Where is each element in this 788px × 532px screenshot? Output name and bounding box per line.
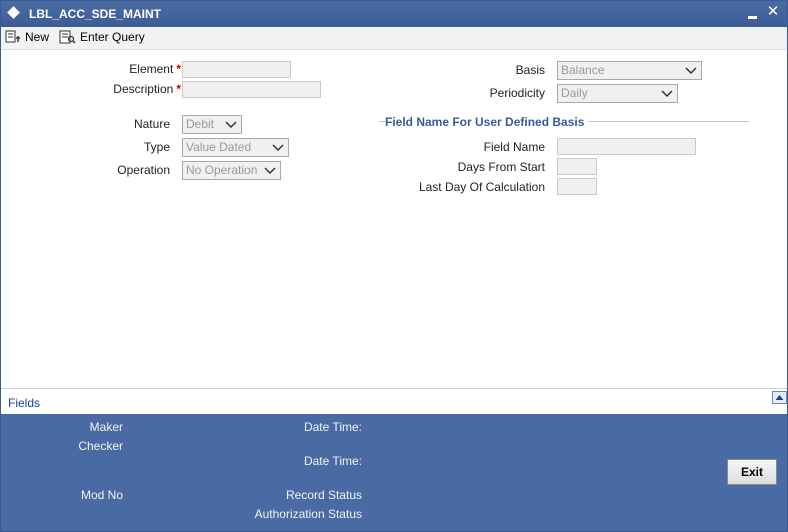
description-label: Description * <box>41 82 181 96</box>
description-label-text: Description <box>113 82 174 96</box>
window-diamond-icon <box>7 6 20 19</box>
exit-button[interactable]: Exit <box>727 459 777 485</box>
days-from-start-input[interactable] <box>557 158 597 175</box>
mod-no-label: Mod No <box>80 488 123 502</box>
window-title: LBL_ACC_SDE_MAINT <box>29 7 162 21</box>
operation-select-value: No Operation <box>186 163 258 177</box>
type-label: Type <box>143 140 170 154</box>
type-select[interactable]: Value Dated <box>182 138 289 157</box>
audit-panel: Maker Checker Mod No Date Time: Date Tim… <box>1 414 787 531</box>
query-icon <box>59 30 76 44</box>
chevron-down-icon <box>685 67 697 75</box>
fields-link[interactable]: Fields <box>8 396 40 410</box>
authorization-status-label: Authorization Status <box>254 507 362 521</box>
periodicity-select-value: Daily <box>561 86 588 100</box>
maintenance-window: LBL_ACC_SDE_MAINT ✕ New Enter Query Elem… <box>0 0 788 532</box>
close-button[interactable]: ✕ <box>766 3 780 21</box>
checker-label: Checker <box>78 439 123 453</box>
new-document-icon <box>5 30 20 43</box>
triangle-up-icon <box>775 395 784 400</box>
days-from-start-label: Days From Start <box>457 160 545 174</box>
fields-bar: Fields <box>1 388 787 415</box>
nature-select[interactable]: Debit <box>182 115 242 134</box>
enter-query-label: Enter Query <box>80 30 145 44</box>
operation-select[interactable]: No Operation <box>182 161 281 180</box>
element-label: Element * <box>61 62 181 76</box>
record-status-label: Record Status <box>285 488 362 502</box>
chevron-down-icon <box>661 90 673 98</box>
chevron-down-icon <box>264 167 276 175</box>
new-button[interactable]: New <box>5 28 49 46</box>
chevron-down-icon <box>225 121 237 129</box>
maker-label: Maker <box>89 420 123 434</box>
type-select-value: Value Dated <box>186 140 252 154</box>
operation-label: Operation <box>117 163 170 177</box>
toolbar: New Enter Query <box>1 27 787 50</box>
required-marker: * <box>176 82 181 96</box>
periodicity-label: Periodicity <box>489 86 545 100</box>
field-name-input[interactable] <box>557 138 696 155</box>
minimize-button[interactable] <box>747 5 761 21</box>
chevron-down-icon <box>272 144 284 152</box>
required-marker: * <box>176 62 181 76</box>
periodicity-select[interactable]: Daily <box>557 84 678 103</box>
user-defined-basis-title: Field Name For User Defined Basis <box>385 115 589 129</box>
description-input[interactable] <box>182 81 321 98</box>
last-day-label: Last Day Of Calculation <box>418 180 545 194</box>
enter-query-button[interactable]: Enter Query <box>59 28 145 46</box>
maker-date-time-label: Date Time: <box>303 420 362 434</box>
element-label-text: Element <box>129 62 174 76</box>
last-day-input[interactable] <box>557 178 597 195</box>
checker-date-time-label: Date Time: <box>303 454 362 468</box>
basis-select[interactable]: Balance <box>557 61 702 80</box>
collapse-button[interactable] <box>772 391 787 404</box>
new-button-label: New <box>25 30 50 44</box>
nature-label: Nature <box>133 117 170 131</box>
basis-select-value: Balance <box>561 63 605 77</box>
field-name-label: Field Name <box>483 140 545 154</box>
basis-label: Basis <box>515 63 545 77</box>
element-input[interactable] <box>182 61 291 78</box>
nature-select-value: Debit <box>186 117 215 131</box>
title-bar: LBL_ACC_SDE_MAINT ✕ <box>1 1 787 27</box>
